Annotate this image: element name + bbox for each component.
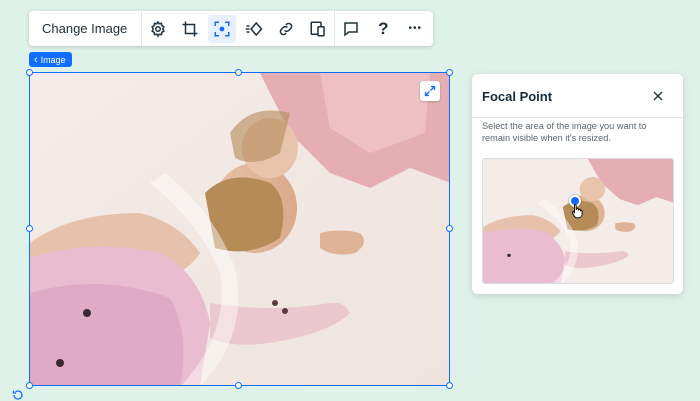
panel-title: Focal Point [482, 89, 553, 104]
stretch-button[interactable] [420, 81, 440, 101]
resize-handle-right[interactable] [446, 225, 453, 232]
element-type-tag[interactable]: ‹ Image [29, 52, 72, 67]
animation-icon [246, 21, 263, 36]
resize-handle-top[interactable] [235, 69, 242, 76]
resize-handle-bottom[interactable] [235, 382, 242, 389]
image-toolbar: Change Image ? ••• [29, 11, 433, 46]
settings-button[interactable] [142, 11, 174, 46]
chevron-left-icon: ‹ [34, 53, 38, 66]
element-type-label: Image [40, 54, 66, 65]
panel-divider [472, 117, 683, 118]
link-icon [280, 22, 293, 35]
focal-point-panel: Focal Point Select the area of the image… [472, 74, 683, 294]
link-button[interactable] [270, 11, 302, 46]
comment-icon [344, 21, 359, 37]
thumbnail-photo [483, 159, 673, 283]
resize-handle-left[interactable] [26, 225, 33, 232]
photo [30, 73, 449, 385]
change-image-button[interactable]: Change Image [29, 11, 143, 46]
resize-handle-top-right[interactable] [446, 69, 453, 76]
rotate-icon [12, 390, 23, 400]
panel-close-button[interactable] [652, 90, 664, 102]
focal-point-icon [214, 21, 230, 36]
resize-handle-top-left[interactable] [26, 69, 33, 76]
resize-handle-bottom-right[interactable] [446, 382, 453, 389]
responsive-icon [310, 21, 326, 36]
selected-image[interactable] [29, 72, 450, 386]
comment-button[interactable] [335, 11, 367, 46]
panel-description: Select the area of the image you want to… [482, 121, 647, 143]
crop-icon [182, 21, 198, 36]
animation-button[interactable] [238, 11, 270, 46]
more-actions-button[interactable]: ••• [399, 11, 431, 46]
rotate-button[interactable] [11, 388, 25, 401]
expand-icon [424, 85, 436, 97]
resize-handle-bottom-left[interactable] [26, 382, 33, 389]
help-icon: ? [378, 18, 389, 38]
responsive-button[interactable] [302, 11, 334, 46]
hand-cursor-icon [571, 203, 583, 219]
focal-point-selector[interactable] [482, 158, 674, 284]
close-icon [653, 91, 663, 101]
gear-icon [151, 19, 166, 38]
more-icon: ••• [408, 23, 423, 34]
crop-button[interactable] [174, 11, 206, 46]
focal-point-button[interactable] [206, 11, 238, 46]
focal-point-active-bg [208, 14, 237, 43]
help-button[interactable]: ? [367, 11, 399, 46]
